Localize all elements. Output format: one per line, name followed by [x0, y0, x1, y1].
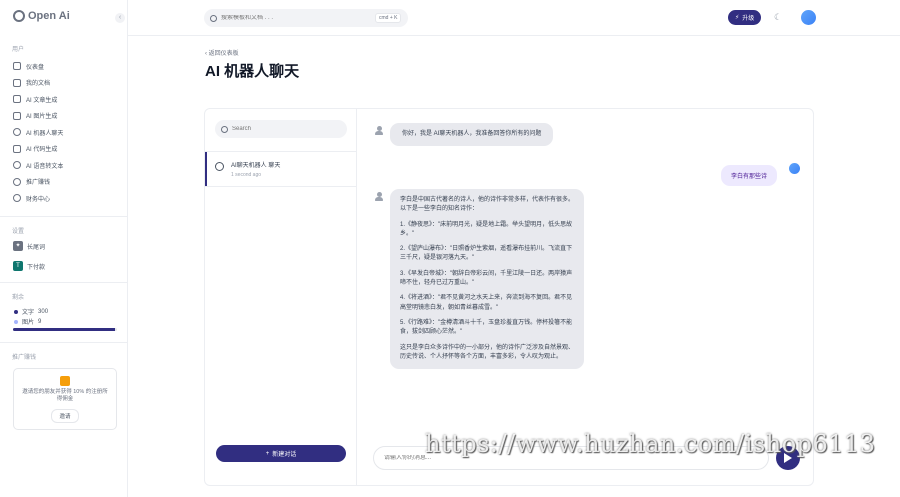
sidebar-item-dashboard[interactable]: 仪表盘 [13, 58, 123, 75]
app-badge-icon: T [13, 261, 23, 271]
invite-button[interactable]: 邀请 [51, 408, 79, 423]
sidebar-app-payment[interactable]: T 下付款 [13, 261, 45, 271]
images-dot-icon [14, 319, 18, 324]
sidebar-item-finance[interactable]: 财务中心 [13, 190, 123, 207]
usage-progress-fill [13, 328, 115, 331]
stat-words: 文字 300 [14, 307, 48, 316]
sidebar-divider [0, 342, 128, 343]
sidebar-item-affiliate[interactable]: 推广赚钱 [13, 174, 123, 191]
page-title: AI 机器人聊天 [205, 63, 300, 80]
stat-images: 图片 9 [14, 317, 41, 326]
bot-avatar-icon [374, 126, 384, 136]
new-chat-button[interactable]: + 新建对话 [216, 445, 346, 462]
sidebar-item-documents[interactable]: 我的文档 [13, 75, 123, 92]
brand-name: Open Ai [28, 10, 70, 22]
promo-text: 邀请您的朋友并获得 10% 的注册所得佣金 [22, 389, 108, 403]
search-icon [221, 125, 228, 133]
header-divider [128, 35, 900, 36]
conversation-search-input[interactable] [232, 126, 332, 132]
brand-logo[interactable]: Open Ai [13, 10, 70, 22]
conversation-list-panel: AI聊天机器人 聊天 1 second ago +新建对话 [205, 109, 357, 485]
conversation-search[interactable] [215, 120, 347, 138]
section-title-stats: 剩余 [9, 290, 28, 303]
sidebar: Open Ai ‹ 用户 仪表盘 我的文档 AI 文章生成 AI 图片生成 AI… [0, 0, 128, 497]
sidebar-item-label: AI 文章生成 [26, 97, 58, 104]
back-link[interactable]: ‹ 返回仪表板 [205, 48, 239, 57]
article-icon [13, 95, 21, 104]
sidebar-divider [0, 282, 128, 283]
chat-bubble-icon [215, 162, 224, 171]
section-title-apps: 设置 [9, 224, 28, 237]
sidebar-item-article[interactable]: AI 文章生成 [13, 91, 123, 108]
conversation-time: 1 second ago [231, 172, 262, 178]
collapse-sidebar-button[interactable]: ‹ [115, 13, 125, 23]
sidebar-item-image[interactable]: AI 图片生成 [13, 108, 123, 125]
image-icon [13, 111, 21, 120]
dark-mode-toggle-icon[interactable]: ☾ [774, 12, 782, 23]
message-paragraph: 5.《行路难》："金樽清酒斗十千，玉盘珍羞直万钱。停杯投箸不能食，拔剑四顾心茫然… [400, 319, 573, 336]
sidebar-item-label: AI 机器人聊天 [26, 130, 64, 137]
sidebar-item-label: 推广赚钱 [26, 180, 51, 187]
sidebar-nav: 仪表盘 我的文档 AI 文章生成 AI 图片生成 AI 机器人聊天 AI 代码生… [13, 58, 123, 207]
shortcut-hint: cmd + K [375, 13, 402, 23]
conversation-title: AI聊天机器人 聊天 [231, 163, 281, 169]
sidebar-app-longtail[interactable]: ✦ 长尾词 [13, 241, 45, 251]
sidebar-item-label: 财务中心 [26, 196, 51, 203]
message-thread: 你好，我是 AI聊天机器人，我准备回答你所有的问题 李白有那些诗 李白是中国古代… [357, 109, 813, 485]
message-paragraph: 李白是中国古代著名的诗人，他的诗作非常多样，代表作有很多。以下是一些李白的知名诗… [400, 197, 575, 213]
sidebar-divider [0, 216, 128, 217]
usage-progress-bar [13, 328, 117, 331]
bot-message: 你好，我是 AI聊天机器人，我准备回答你所有的问题 [390, 123, 554, 147]
sidebar-item-label: 我的文档 [26, 81, 51, 88]
section-title-user: 用户 [9, 42, 28, 55]
user-avatar[interactable] [801, 10, 816, 25]
sidebar-item-code[interactable]: AI 代码生成 [13, 141, 123, 158]
section-title-promo: 推广赚钱 [9, 350, 40, 363]
sidebar-item-label: AI 代码生成 [26, 147, 58, 154]
bolt-icon: ⚡ [735, 15, 740, 21]
global-search-input[interactable] [221, 15, 371, 21]
global-search[interactable]: cmd + K [204, 9, 408, 27]
message-paragraph: 2.《望庐山瀑布》："日照香炉生紫烟，遥看瀑布挂前川。飞流直下三千尺，疑是银河落… [400, 246, 573, 262]
words-dot-icon [14, 309, 18, 314]
dashboard-icon [13, 62, 21, 71]
sidebar-item-label: 仪表盘 [26, 64, 45, 71]
message-paragraph: 1.《静夜思》："床前明月光，疑是地上霜。举头望明月，低头思故乡。" [400, 221, 573, 237]
chat-icon [13, 128, 21, 137]
code-icon [13, 144, 21, 153]
wallet-icon [13, 194, 21, 203]
gift-icon [60, 376, 70, 386]
sidebar-item-chat[interactable]: AI 机器人聊天 [13, 124, 123, 141]
dollar-icon [13, 177, 21, 186]
watermark-text: https://www.huzhan.com/ishop6113 [425, 430, 876, 458]
bot-avatar-icon [374, 192, 384, 202]
app-label: 长尾词 [27, 244, 46, 251]
bot-message: 李白是中国古代著名的诗人，他的诗作非常多样，代表作有很多。以下是一些李白的知名诗… [390, 189, 584, 370]
openai-logo-icon [13, 10, 25, 22]
message-paragraph: 3.《早发白帝城》："朝辞白帝彩云间，千里江陵一日还。两岸猿声啼不住，轻舟已过万… [400, 270, 573, 287]
app-badge-icon: ✦ [13, 241, 23, 251]
upgrade-button[interactable]: ⚡ 升级 [728, 10, 762, 25]
document-icon [13, 78, 21, 87]
sidebar-item-speech[interactable]: AI 语音转文本 [13, 157, 123, 174]
message-paragraph: 这只是李白众多诗作中的一小部分，他的诗作广泛涉及自然景观、历史传说、个人抒怀等各… [400, 344, 575, 360]
app-label: 下付款 [27, 264, 46, 271]
microphone-icon [13, 161, 21, 170]
message-paragraph: 4.《将进酒》："君不见黄河之水天上来，奔流到海不复回。君不见高堂明镜悲白发，朝… [400, 295, 573, 311]
sidebar-item-label: AI 语音转文本 [26, 163, 64, 170]
search-icon [210, 14, 217, 22]
user-message: 李白有那些诗 [721, 165, 778, 186]
user-message-avatar [789, 163, 800, 174]
plus-icon: + [265, 450, 270, 457]
promo-card: 邀请您的朋友并获得 10% 的注册所得佣金 邀请 [13, 368, 117, 430]
sidebar-item-label: AI 图片生成 [26, 114, 58, 121]
conversation-item[interactable]: AI聊天机器人 聊天 1 second ago [205, 151, 356, 187]
